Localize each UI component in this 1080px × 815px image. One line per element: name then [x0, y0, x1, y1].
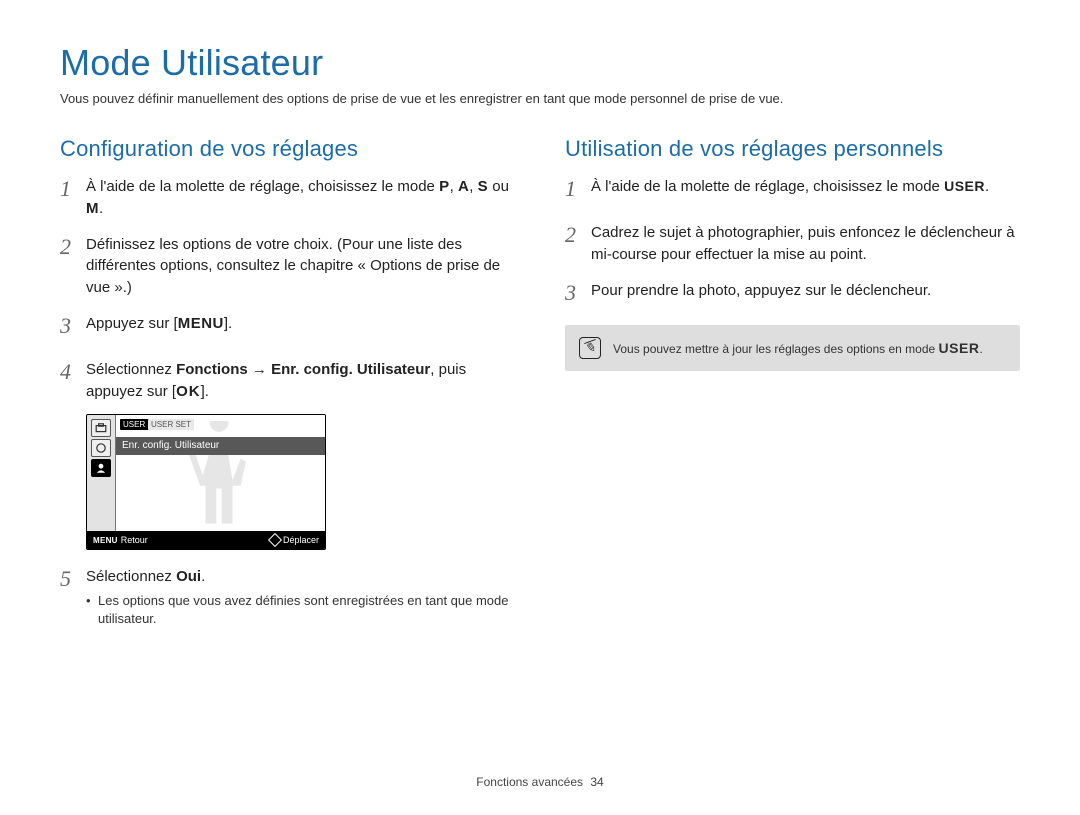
left-steps: 1 À l'aide de la molette de réglage, cho…: [60, 176, 515, 402]
screen-back-label: Retour: [121, 535, 148, 545]
screen-move-label: Déplacer: [283, 535, 319, 545]
text: ,: [469, 178, 477, 195]
step-5-note: Les options que vous avez définies sont …: [86, 592, 515, 628]
text: Appuyez sur [: [86, 315, 178, 332]
step-4: 4 Sélectionnez Fonctions → Enr. config. …: [60, 359, 515, 403]
step-number: 1: [565, 173, 591, 205]
text: À l'aide de la molette de réglage, chois…: [591, 178, 944, 195]
menu-glyph: MENU: [178, 315, 224, 332]
screen-body: USER SET USER SET Enr. config. Utilisate…: [87, 415, 325, 531]
step-text: Appuyez sur [MENU].: [86, 313, 232, 345]
step-text: Sélectionnez Oui. Les options que vous a…: [86, 566, 515, 628]
step-number: 3: [60, 310, 86, 342]
step-2: 2 Définissez les options de votre choix.…: [60, 234, 515, 299]
page-lead: Vous pouvez définir manuellement des opt…: [60, 90, 1020, 108]
camera-screen-illustration: USER SET USER SET Enr. config. Utilisate…: [86, 414, 326, 550]
step-text: Pour prendre la photo, appuyez sur le dé…: [591, 280, 931, 312]
user-glyph: USER: [939, 340, 980, 356]
text: Sélectionnez: [86, 568, 176, 585]
mode-s-glyph: S: [478, 178, 489, 195]
ok-glyph: OK: [176, 383, 201, 400]
text: À l'aide de la molette de réglage, chois…: [86, 178, 439, 195]
r-step-2: 2 Cadrez le sujet à photographier, puis …: [565, 222, 1020, 266]
step-3: 3 Appuyez sur [MENU].: [60, 313, 515, 345]
mode-p-glyph: P: [439, 178, 450, 195]
sidebar-sound-icon: [91, 439, 111, 457]
screen-sidebar: [87, 415, 116, 531]
step-number: 1: [60, 173, 86, 217]
arrow-glyph: →: [248, 361, 271, 378]
step-text: À l'aide de la molette de réglage, chois…: [86, 176, 515, 220]
step-number: 4: [60, 356, 86, 400]
step-1: 1 À l'aide de la molette de réglage, cho…: [60, 176, 515, 220]
text: ].: [201, 383, 209, 400]
mode-m-glyph: M: [86, 200, 99, 217]
r-step-1: 1 À l'aide de la molette de réglage, cho…: [565, 176, 1020, 208]
right-column: Utilisation de vos réglages personnels 1…: [565, 136, 1020, 642]
text: .: [201, 568, 205, 585]
menu-path-fonctions: Fonctions: [176, 361, 248, 378]
content-columns: Configuration de vos réglages 1 À l'aide…: [60, 136, 1020, 642]
page-title: Mode Utilisateur: [60, 42, 1020, 84]
text: Sélectionnez: [86, 361, 176, 378]
left-column: Configuration de vos réglages 1 À l'aide…: [60, 136, 515, 642]
right-heading: Utilisation de vos réglages personnels: [565, 136, 1020, 162]
left-heading: Configuration de vos réglages: [60, 136, 515, 162]
screen-footer-bar: MENU Retour Déplacer: [87, 531, 325, 549]
footer-section: Fonctions avancées: [476, 775, 583, 789]
step-number: 3: [565, 277, 591, 309]
right-steps: 1 À l'aide de la molette de réglage, cho…: [565, 176, 1020, 311]
r-step-3: 3 Pour prendre la photo, appuyez sur le …: [565, 280, 1020, 312]
screen-menu-glyph: MENU: [93, 536, 118, 545]
text: ,: [450, 178, 458, 195]
screen-tab-inactive: USER SET: [148, 419, 194, 430]
sidebar-user-icon: [91, 459, 111, 477]
step-number: 5: [60, 563, 86, 625]
left-steps-continued: 5 Sélectionnez Oui. Les options que vous…: [60, 566, 515, 628]
text: .: [979, 342, 982, 356]
text: ou: [488, 178, 509, 195]
step-5-sublist: Les options que vous avez définies sont …: [86, 592, 515, 628]
step-text: À l'aide de la molette de réglage, chois…: [591, 176, 989, 208]
text: ].: [224, 315, 232, 332]
text: .: [985, 178, 989, 195]
note-text: Vous pouvez mettre à jour les réglages d…: [613, 340, 983, 356]
step-text: Définissez les options de votre choix. (…: [86, 234, 515, 299]
step-number: 2: [565, 219, 591, 263]
screen-caption-bar: Enr. config. Utilisateur: [116, 437, 325, 455]
note-icon: ✎: [579, 337, 601, 359]
step-number: 2: [60, 231, 86, 296]
footer-page-number: 34: [590, 775, 603, 789]
menu-path-enr-config: Enr. config. Utilisateur: [271, 361, 430, 378]
nav-diamond-icon: [270, 535, 280, 545]
oui-label: Oui: [176, 568, 201, 585]
mode-a-glyph: A: [458, 178, 469, 195]
step-5: 5 Sélectionnez Oui. Les options que vous…: [60, 566, 515, 628]
sidebar-camera-icon: [91, 419, 111, 437]
screen-main: USER SET USER SET Enr. config. Utilisate…: [116, 415, 325, 531]
info-note: ✎ Vous pouvez mettre à jour les réglages…: [565, 325, 1020, 371]
step-text: Cadrez le sujet à photographier, puis en…: [591, 222, 1020, 266]
page-footer: Fonctions avancées 34: [0, 775, 1080, 789]
user-glyph: USER: [944, 178, 985, 194]
text: Vous pouvez mettre à jour les réglages d…: [613, 342, 939, 356]
step-text: Sélectionnez Fonctions → Enr. config. Ut…: [86, 359, 515, 403]
text: .: [99, 200, 103, 217]
